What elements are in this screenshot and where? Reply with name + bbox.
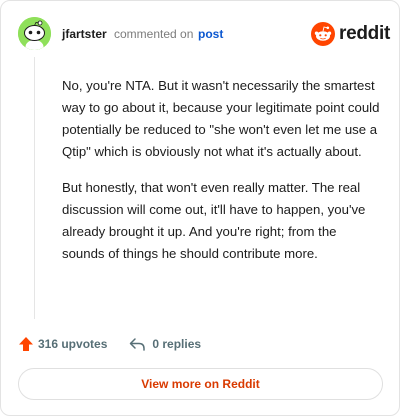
upvote-count: 316 upvotes: [38, 337, 108, 351]
thread-line: [34, 57, 35, 319]
reply-arrow-icon: [130, 337, 146, 351]
upvote-button[interactable]: 316 upvotes: [18, 336, 107, 352]
reddit-wordmark: reddit: [339, 23, 390, 44]
view-more-button[interactable]: View more on Reddit: [18, 368, 383, 400]
reddit-logo-icon: [311, 22, 335, 46]
user-avatar[interactable]: [18, 17, 51, 50]
embedded-comment-card: jfartster commented on post reddit No, y…: [0, 0, 400, 416]
comment-footer: 316 upvotes 0 replies: [18, 333, 201, 355]
comment-body: No, you're NTA. But it wasn't necessaril…: [62, 75, 380, 279]
comment-paragraph: No, you're NTA. But it wasn't necessaril…: [62, 78, 380, 159]
snoo-avatar-icon: [18, 17, 51, 50]
comment-author[interactable]: jfartster: [62, 27, 107, 41]
commented-on-text: commented on: [114, 27, 194, 41]
comment-paragraph: But honestly, that won't even really mat…: [62, 180, 366, 261]
reply-button[interactable]: 0 replies: [129, 337, 201, 352]
upvote-arrow-icon: [19, 337, 33, 351]
reply-count: 0 replies: [152, 337, 202, 351]
reddit-brand[interactable]: reddit: [311, 21, 390, 47]
post-link[interactable]: post: [198, 27, 223, 41]
